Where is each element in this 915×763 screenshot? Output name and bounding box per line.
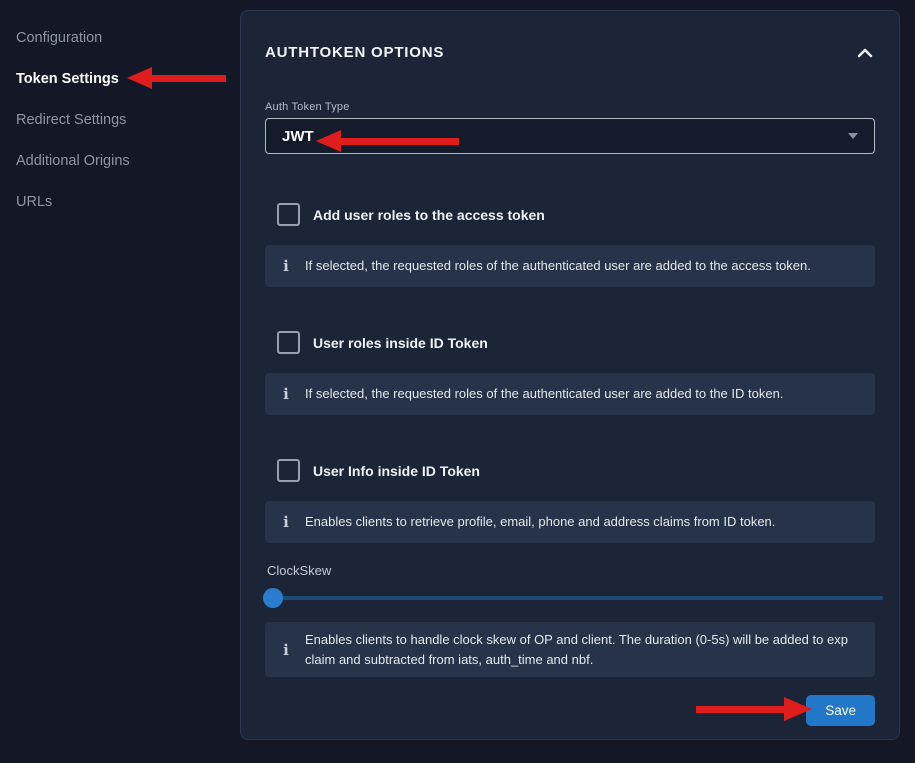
sidebar-item-additional-origins[interactable]: Additional Origins [0,140,240,181]
option-row-user-info-id-token: User Info inside ID Token [265,459,875,482]
checkbox-label[interactable]: User roles inside ID Token [313,335,488,351]
auth-token-type-select[interactable]: JWT [265,118,875,154]
option-row-access-token-roles: Add user roles to the access token [265,203,875,226]
info-box-clockskew: ℹ Enables clients to handle clock skew o… [265,622,875,677]
checkbox-add-user-roles-access-token[interactable] [277,203,300,226]
info-icon: ℹ [279,385,293,403]
info-icon: ℹ [279,513,293,531]
info-text: If selected, the requested roles of the … [305,256,811,276]
page-title: AUTHTOKEN OPTIONS [265,44,444,61]
chevron-up-icon [857,46,873,61]
info-box-id-token-roles: ℹ If selected, the requested roles of th… [265,373,875,415]
auth-token-type-label: Auth Token Type [265,101,875,113]
info-text: Enables clients to handle clock skew of … [305,630,861,669]
auth-token-type-value: JWT [282,128,314,145]
checkbox-label[interactable]: Add user roles to the access token [313,207,545,223]
sidebar: Configuration Token Settings Redirect Se… [0,0,240,763]
save-button[interactable]: Save [806,695,875,726]
slider-track[interactable] [265,596,883,600]
option-row-id-token-roles: User roles inside ID Token [265,331,875,354]
info-text: If selected, the requested roles of the … [305,384,783,404]
checkbox-user-roles-id-token[interactable] [277,331,300,354]
clockskew-slider [265,588,875,608]
info-icon: ℹ [279,641,293,659]
sidebar-item-redirect-settings[interactable]: Redirect Settings [0,99,240,140]
checkbox-user-info-id-token[interactable] [277,459,300,482]
authtoken-options-panel: AUTHTOKEN OPTIONS Auth Token Type JWT Ad… [240,10,900,740]
info-text: Enables clients to retrieve profile, ema… [305,512,775,532]
sidebar-item-urls[interactable]: URLs [0,181,240,222]
clockskew-label: ClockSkew [265,563,875,578]
sidebar-item-configuration[interactable]: Configuration [0,17,240,58]
panel-header: AUTHTOKEN OPTIONS [265,11,875,61]
info-icon: ℹ [279,257,293,275]
checkbox-label[interactable]: User Info inside ID Token [313,463,480,479]
info-box-user-info-id-token: ℹ Enables clients to retrieve profile, e… [265,501,875,543]
slider-thumb[interactable] [263,588,283,608]
collapse-section-button[interactable] [855,46,875,60]
caret-down-icon [848,133,858,139]
save-row: Save [265,695,875,726]
sidebar-item-token-settings[interactable]: Token Settings [0,58,240,99]
info-box-access-token-roles: ℹ If selected, the requested roles of th… [265,245,875,287]
